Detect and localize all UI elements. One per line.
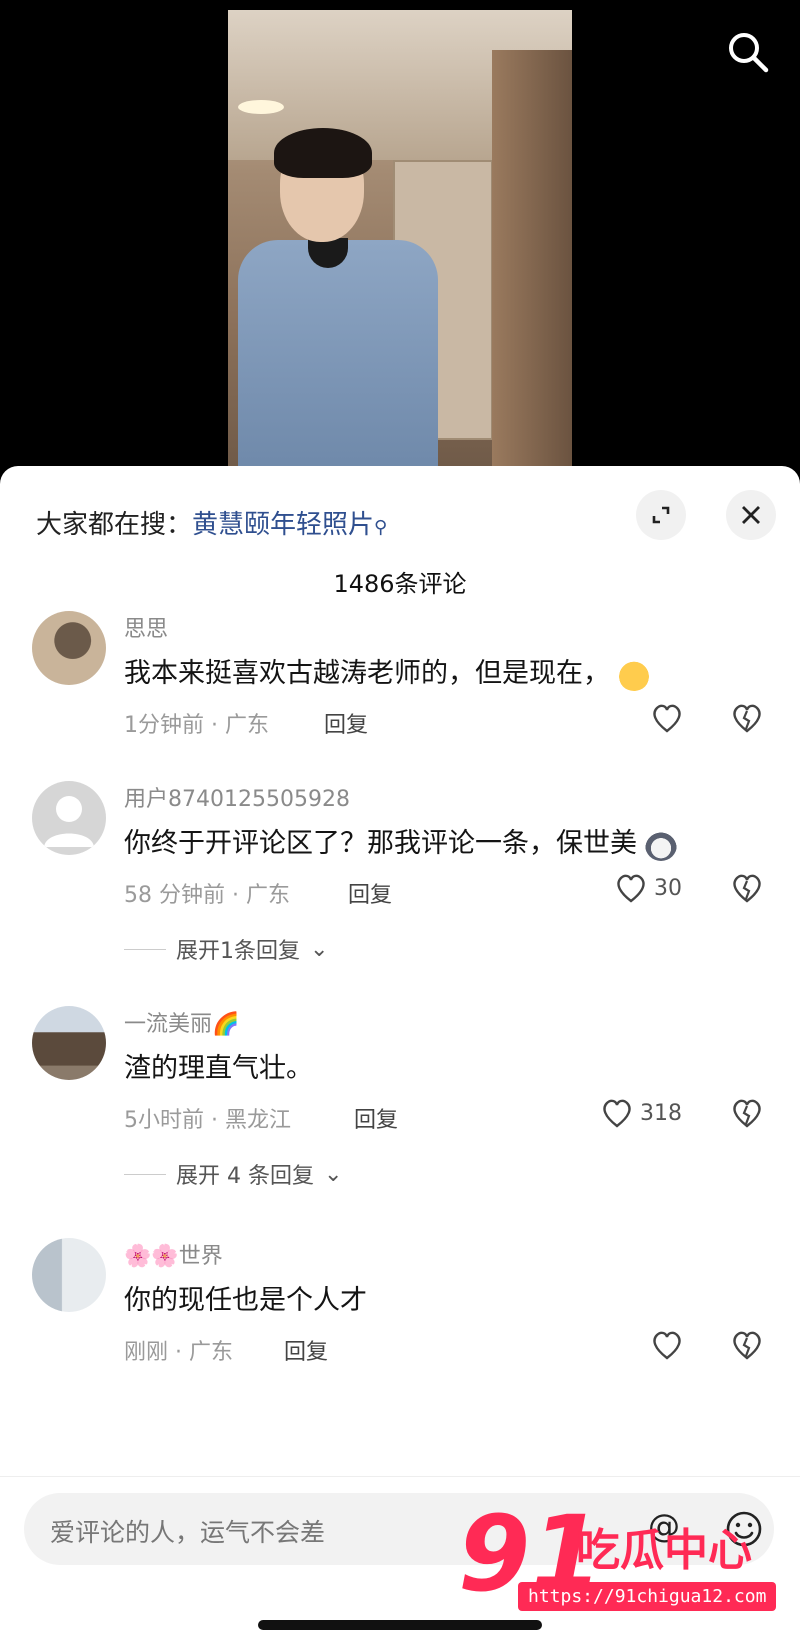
comment-text-content: 我本来挺喜欢古越涛老师的，但是现在， [124,658,610,689]
divider [124,1173,166,1175]
comment-time: 5小时前 · 黑龙江 [124,1108,291,1133]
reply-button[interactable]: 回复 [284,1334,328,1366]
comment-item: 🌸🌸世界 你的现任也是个人才 刚刚 · 广东 回复 [0,1238,800,1388]
hot-search-bar[interactable]: 大家都在搜：黄慧颐年轻照片⚲ [36,504,387,541]
dislike-button[interactable] [730,1098,764,1132]
search-icon[interactable] [724,28,772,76]
hot-search-keyword[interactable]: 黄慧颐年轻照片 [192,510,374,540]
expand-replies-label: 展开1条回复 [176,939,300,964]
home-indicator[interactable] [258,1620,542,1630]
comment-text: 你的现任也是个人才 [124,1285,367,1316]
broken-heart-icon [733,1099,761,1128]
like-count: 30 [654,875,682,901]
chevron-down-icon: ⌄ [323,1161,343,1187]
comment-time: 1分钟前 · 广东 [124,713,269,738]
heart-icon [603,1099,631,1128]
expand-icon [652,506,670,524]
divider [124,948,166,950]
like-button[interactable]: 30 [614,873,682,903]
default-avatar-icon [44,796,94,847]
expand-sheet-button[interactable] [636,490,686,540]
husky-face-emoji-icon [645,828,677,861]
video-frame-photo [228,10,572,470]
chevron-down-icon: ⌄ [310,936,329,962]
comment-item: 思思 我本来挺喜欢古越涛老师的，但是现在， 1分钟前 · 广东 回复 [0,611,800,761]
expand-replies-button[interactable]: 展开1条回复 ⌄ [124,933,328,965]
expand-replies-label: 展开 4 条回复 [176,1164,314,1189]
comment-sheet: 大家都在搜：黄慧颐年轻照片⚲ 1486条评论 思思 我本来挺喜欢古越涛老师的，但… [0,466,800,1646]
comment-username[interactable]: 一流美丽🌈 [124,1006,239,1038]
like-button[interactable]: 318 [600,1098,682,1128]
broken-heart-icon [733,704,761,733]
avatar[interactable] [32,1238,106,1312]
like-count: 318 [640,1100,682,1126]
hot-search-prefix: 大家都在搜： [36,510,193,540]
reply-button[interactable]: 回复 [348,877,392,909]
watermark-name: 吃瓜中心 [576,1525,752,1576]
reply-button[interactable]: 回复 [354,1102,398,1134]
comment-text: 渣的理直气壮。 [124,1053,313,1084]
avatar[interactable] [32,781,106,855]
dislike-button[interactable] [730,703,764,737]
video-area[interactable] [0,0,800,480]
comment-text-content: 你终于开评论区了？那我评论一条，保世美 [124,828,637,859]
avatar[interactable] [32,611,106,685]
dislike-button[interactable] [730,873,764,907]
dislike-button[interactable] [730,1330,764,1364]
expand-replies-button[interactable]: 展开 4 条回复 ⌄ [124,1158,342,1190]
close-icon [742,506,760,524]
comment-time: 58 分钟前 · 广东 [124,883,290,908]
comment-item: 用户8740125505928 你终于开评论区了？那我评论一条，保世美 58 分… [0,781,800,981]
broken-heart-icon [733,1331,761,1360]
comment-text: 我本来挺喜欢古越涛老师的，但是现在， [124,651,650,691]
avatar[interactable] [32,1006,106,1080]
sweat-face-emoji-icon [618,658,650,691]
heart-icon [617,874,645,903]
heart-icon [653,1331,681,1360]
comment-username[interactable]: 🌸🌸世界 [124,1238,223,1270]
comment-username[interactable]: 用户8740125505928 [124,781,350,813]
heart-icon [653,704,681,733]
comment-time: 刚刚 · 广东 [124,1340,233,1365]
comment-item: 一流美丽🌈 渣的理直气壮。 5小时前 · 黑龙江 回复 318 展开 4 条回复… [0,1006,800,1206]
comment-input-placeholder: 爱评论的人，运气不会差 [50,1518,326,1547]
small-search-icon: ⚲ [374,517,388,538]
close-sheet-button[interactable] [726,490,776,540]
broken-heart-icon [733,874,761,903]
like-button[interactable] [650,1330,690,1360]
watermark-url: https://91chigua12.com [518,1582,777,1611]
comment-text: 你终于开评论区了？那我评论一条，保世美 [124,821,677,861]
comment-username[interactable]: 思思 [124,611,168,643]
like-button[interactable] [650,703,690,733]
reply-button[interactable]: 回复 [324,707,368,739]
comment-count: 1486条评论 [333,570,467,598]
watermark: 91 吃瓜中心 https://91chigua12.com [458,1502,778,1622]
